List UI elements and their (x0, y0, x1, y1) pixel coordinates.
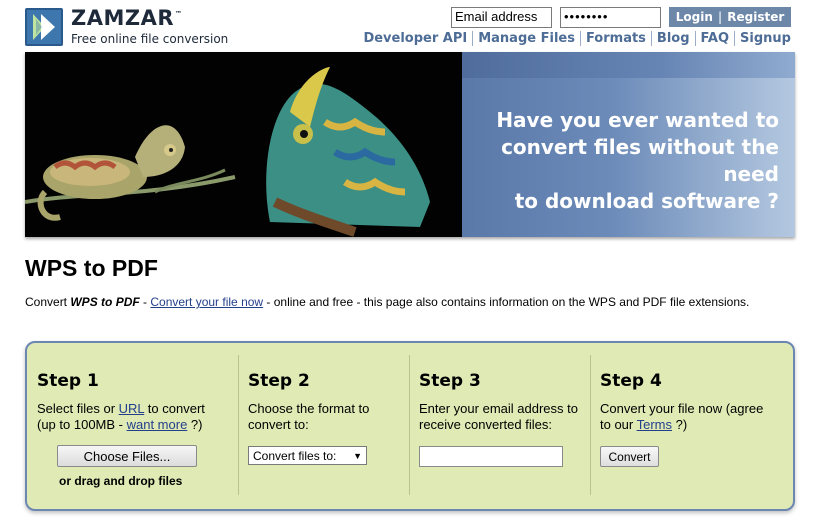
step-4-title: Step 4 (600, 371, 662, 391)
convert-button[interactable]: Convert (600, 446, 659, 467)
nav-manage-files[interactable]: Manage Files (472, 31, 580, 46)
step-2-instructions: Choose the format to convert to: (248, 401, 370, 432)
banner-accent-strip (462, 52, 795, 78)
step-4-instructions: Convert your file now (agree to our Term… (600, 401, 764, 432)
url-link[interactable]: URL (119, 401, 145, 416)
choose-files-button[interactable]: Choose Files... (57, 445, 197, 467)
nav-blog[interactable]: Blog (650, 31, 695, 46)
hero-banner: Have you ever wanted to convert files wi… (25, 52, 795, 237)
login-link[interactable]: Login (676, 10, 713, 24)
step-divider (590, 355, 591, 495)
want-more-link[interactable]: want more (127, 417, 188, 432)
drag-drop-hint: or drag and drop files (59, 474, 183, 488)
trademark-mark: ™ (175, 10, 183, 18)
top-navigation: Developer API Manage Files Formats Blog … (363, 31, 791, 46)
brand-name[interactable]: ZAMZAR™ (71, 6, 183, 30)
step-2-title: Step 2 (248, 371, 310, 391)
nav-formats[interactable]: Formats (579, 31, 651, 46)
banner-headline: Have you ever wanted to convert files wi… (496, 108, 779, 213)
step-3-instructions: Enter your email address to receive conv… (419, 401, 578, 432)
login-email-input[interactable]: Email address (451, 7, 552, 28)
notification-email-input[interactable] (419, 446, 563, 467)
step-divider (409, 355, 410, 495)
register-link[interactable]: Register (727, 10, 784, 24)
chameleon-photo (25, 52, 462, 237)
nav-signup[interactable]: Signup (734, 31, 791, 46)
terms-link[interactable]: Terms (637, 417, 672, 432)
target-format-select[interactable]: Convert files to: ▼ (248, 446, 367, 465)
page-title: WPS to PDF (25, 255, 158, 281)
nav-developer-api[interactable]: Developer API (363, 31, 472, 46)
step-1-title: Step 1 (37, 371, 99, 391)
login-register-bar: Login | Register (669, 7, 791, 27)
banner-tagline-panel: Have you ever wanted to convert files wi… (462, 52, 795, 237)
zamzar-logo-icon[interactable] (25, 8, 63, 46)
tagline: Free online file conversion (71, 32, 229, 46)
step-divider (238, 355, 239, 495)
step-3-title: Step 3 (419, 371, 481, 391)
step-1-instructions: Select files or URL to convert (up to 10… (37, 401, 205, 432)
nav-faq[interactable]: FAQ (694, 31, 735, 46)
dropdown-arrow-icon: ▼ (353, 450, 362, 461)
login-separator: | (717, 10, 723, 24)
intro-text: Convert WPS to PDF - Convert your file n… (25, 295, 750, 309)
conversion-steps-panel: Step 1 Select files or URL to convert (u… (25, 341, 795, 511)
convert-now-link[interactable]: Convert your file now (150, 295, 263, 309)
login-password-input[interactable]: •••••••• (560, 7, 661, 28)
